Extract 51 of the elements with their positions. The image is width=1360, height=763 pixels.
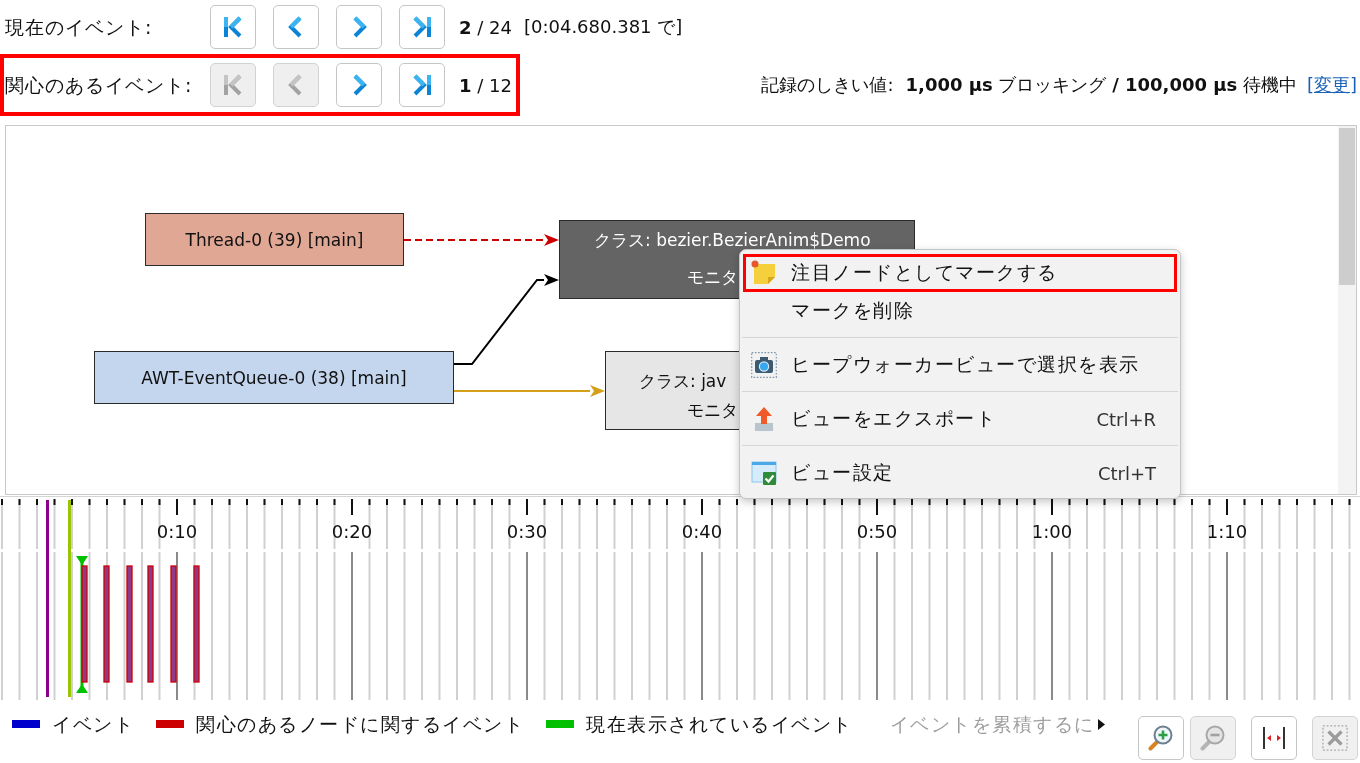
time-label: 0:20 (331, 521, 373, 542)
legend-label: イベント (52, 712, 134, 736)
menu-item[interactable]: 注目ノードとしてマークする (743, 254, 1177, 292)
change-link[interactable]: [変更] (1306, 73, 1357, 97)
nav-label: 関心のあるイベント: (5, 73, 194, 98)
time-label: 1:00 (1031, 521, 1073, 542)
next-button[interactable] (336, 5, 382, 49)
event-counter: 2 / 24 (459, 16, 512, 38)
skip-to-start-icon (222, 16, 244, 38)
camera-icon (751, 352, 777, 378)
legend-label: 現在表示されているイベント (586, 712, 853, 736)
next-button[interactable] (336, 63, 382, 107)
hint-text: イベントを累積するに (889, 712, 1095, 736)
time-label: 0:50 (856, 521, 898, 542)
scrollbar-thumb[interactable] (1339, 128, 1355, 285)
skip-to-start-icon (222, 74, 244, 96)
caret-right-icon[interactable] (1097, 719, 1105, 730)
time-label: 1:10 (1206, 521, 1248, 542)
time-label: 0:30 (506, 521, 548, 542)
threshold-value: 1,000 µs ブロッキング / 100,000 µs 待機中 (905, 73, 1297, 97)
zoom-in-icon (1148, 725, 1174, 751)
first-button[interactable] (210, 5, 256, 49)
close-icon (1322, 725, 1348, 751)
node-label: Thread-0 (39) [main] (185, 230, 364, 249)
menu-item[interactable]: ビュー設定 Ctrl+T (743, 454, 1177, 492)
last-button[interactable] (399, 63, 445, 107)
node-label: クラス: jav (639, 372, 727, 390)
legend-label: 関心のあるノードに関するイベント (196, 712, 524, 736)
skip-to-end-icon (411, 74, 433, 96)
event-counter: 1 / 12 (459, 74, 512, 96)
node-label: モニタ (687, 401, 738, 419)
fit-width-icon (1262, 726, 1286, 750)
threshold-label: 記録のしきい値: (761, 73, 894, 97)
zoom-out-icon (1200, 725, 1226, 751)
zoom-in-button[interactable] (1138, 716, 1184, 760)
sticky-note-icon (751, 260, 777, 286)
fit-button[interactable] (1251, 716, 1297, 760)
node-label: モニタ (687, 268, 738, 286)
time-label: 0:40 (681, 521, 723, 542)
time-label: 0:10 (156, 521, 198, 542)
window-check-icon (751, 460, 777, 486)
thread-node[interactable]: AWT-EventQueue-0 (38) [main] (94, 351, 454, 404)
node-label: クラス: bezier.BezierAnim$Demo (594, 231, 871, 249)
node-label: AWT-EventQueue-0 (38) [main] (141, 368, 407, 387)
last-button[interactable] (399, 5, 445, 49)
nav-label: 現在のイベント: (5, 15, 154, 40)
previous-button[interactable] (273, 5, 319, 49)
thread-node[interactable]: Thread-0 (39) [main] (145, 213, 404, 266)
skip-to-end-icon (411, 16, 433, 38)
scrollbar[interactable] (1338, 126, 1356, 494)
event-time: [0:04.680.381 で] (523, 15, 683, 39)
